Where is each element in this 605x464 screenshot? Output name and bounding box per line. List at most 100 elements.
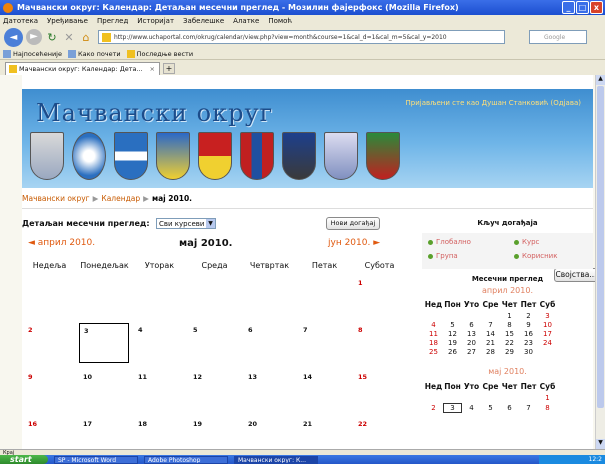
- mini-day[interactable]: 27: [462, 348, 481, 356]
- day-cell[interactable]: [24, 276, 79, 323]
- tab-close-icon[interactable]: ×: [150, 63, 155, 75]
- bookmark-most-visited[interactable]: Најпосећеније: [3, 49, 62, 58]
- mini-day[interactable]: 1: [500, 312, 519, 320]
- day-cell[interactable]: 3: [79, 323, 129, 363]
- day-cell[interactable]: 19: [189, 417, 244, 449]
- bookmark-getting-started[interactable]: Како почети: [68, 49, 121, 58]
- day-cell[interactable]: 20: [244, 417, 299, 449]
- day-cell[interactable]: 4: [134, 323, 189, 370]
- maximize-button[interactable]: □: [576, 1, 589, 14]
- mini-day[interactable]: 15: [500, 330, 519, 338]
- mini-day[interactable]: 23: [519, 339, 538, 347]
- legend-course[interactable]: Курс: [514, 238, 539, 246]
- day-cell[interactable]: 9: [24, 370, 79, 417]
- mini-day[interactable]: 17: [538, 330, 557, 338]
- search-input[interactable]: Google: [529, 30, 587, 44]
- day-cell[interactable]: 15: [354, 370, 409, 417]
- stop-button[interactable]: ✕: [62, 31, 76, 44]
- day-cell[interactable]: 6: [244, 323, 299, 370]
- mini-day[interactable]: 7: [481, 321, 500, 329]
- mini-month-april[interactable]: април 2010.: [422, 286, 593, 295]
- menu-edit[interactable]: Уређивање: [47, 17, 88, 25]
- mini-day[interactable]: 19: [443, 339, 462, 347]
- scroll-up-icon[interactable]: ▲: [596, 75, 605, 85]
- day-cell[interactable]: 13: [244, 370, 299, 417]
- back-button[interactable]: ◄: [4, 27, 23, 47]
- day-cell[interactable]: 22: [354, 417, 409, 449]
- legend-user[interactable]: Корисник: [514, 252, 557, 260]
- reload-button[interactable]: ↻: [45, 31, 59, 44]
- mini-day[interactable]: 18: [424, 339, 443, 347]
- close-button[interactable]: x: [590, 1, 603, 14]
- scrollbar-thumb[interactable]: [597, 86, 604, 408]
- address-bar[interactable]: http://www.uchaportal.com/okrug/calendar…: [98, 30, 505, 44]
- menu-bookmarks[interactable]: Забелешке: [183, 17, 224, 25]
- mini-day[interactable]: 24: [538, 339, 557, 347]
- day-cell[interactable]: 2: [24, 323, 79, 370]
- mini-day[interactable]: 14: [481, 330, 500, 338]
- mini-day[interactable]: 5: [443, 321, 462, 329]
- mini-day[interactable]: 16: [519, 330, 538, 338]
- mini-day[interactable]: 8: [500, 321, 519, 329]
- tab-calendar[interactable]: Мачвански округ: Календар: Дета... ×: [5, 62, 160, 75]
- mini-day[interactable]: 28: [481, 348, 500, 356]
- taskbar-photoshop[interactable]: Adobe Photoshop: [144, 455, 228, 464]
- mini-day[interactable]: 3: [443, 403, 462, 413]
- day-cell[interactable]: [134, 276, 189, 323]
- mini-day[interactable]: 4: [462, 404, 481, 412]
- mini-day[interactable]: 6: [500, 404, 519, 412]
- mini-month-may[interactable]: мај 2010.: [422, 367, 593, 376]
- taskbar-firefox[interactable]: Мачвански округ: К...: [234, 455, 318, 464]
- scroll-down-icon[interactable]: ▼: [596, 439, 605, 449]
- mini-day[interactable]: 10: [538, 321, 557, 329]
- mini-day[interactable]: 2: [519, 312, 538, 320]
- mini-day[interactable]: 7: [519, 404, 538, 412]
- new-event-button[interactable]: Нови догађај: [326, 217, 380, 230]
- day-cell[interactable]: 12: [189, 370, 244, 417]
- breadcrumb-root[interactable]: Мачвански округ: [22, 194, 90, 203]
- mini-day[interactable]: 25: [424, 348, 443, 356]
- mini-day[interactable]: 20: [462, 339, 481, 347]
- mini-day[interactable]: 2: [424, 404, 443, 412]
- mini-day[interactable]: 8: [538, 404, 557, 412]
- mini-day[interactable]: 21: [481, 339, 500, 347]
- menu-history[interactable]: Историјат: [137, 17, 174, 25]
- day-cell[interactable]: [299, 276, 354, 323]
- day-cell[interactable]: 18: [134, 417, 189, 449]
- mini-day[interactable]: 1: [538, 394, 557, 402]
- menu-view[interactable]: Преглед: [97, 17, 128, 25]
- day-cell[interactable]: 21: [299, 417, 354, 449]
- mini-day[interactable]: 6: [462, 321, 481, 329]
- day-cell[interactable]: 7: [299, 323, 354, 370]
- day-cell[interactable]: [79, 276, 134, 323]
- mini-day[interactable]: 30: [519, 348, 538, 356]
- breadcrumb-calendar[interactable]: Календар: [101, 194, 140, 203]
- vertical-scrollbar[interactable]: ▲ ▼: [595, 75, 605, 449]
- day-cell[interactable]: [189, 276, 244, 323]
- mini-day[interactable]: 4: [424, 321, 443, 329]
- menu-tools[interactable]: Алатке: [233, 17, 259, 25]
- day-cell[interactable]: 1: [354, 276, 409, 323]
- home-button[interactable]: ⌂: [79, 31, 93, 44]
- day-cell[interactable]: 11: [134, 370, 189, 417]
- mini-day[interactable]: 11: [424, 330, 443, 338]
- legend-group[interactable]: Група: [428, 252, 458, 260]
- mini-day[interactable]: 29: [500, 348, 519, 356]
- mini-day[interactable]: 13: [462, 330, 481, 338]
- bookmark-latest-news[interactable]: Последње вести: [126, 49, 193, 58]
- day-cell[interactable]: 5: [189, 323, 244, 370]
- mini-day[interactable]: 12: [443, 330, 462, 338]
- forward-button[interactable]: ►: [26, 29, 42, 45]
- mini-day[interactable]: 5: [481, 404, 500, 412]
- minimize-button[interactable]: _: [562, 1, 575, 14]
- legend-global[interactable]: Глобално: [428, 238, 471, 246]
- login-info[interactable]: Пријављени сте као Душан Станковић (Одја…: [406, 99, 581, 107]
- new-tab-button[interactable]: +: [163, 63, 175, 74]
- menu-file[interactable]: Датотека: [3, 17, 38, 25]
- course-filter-select[interactable]: Сви курсеви ▼: [156, 218, 216, 229]
- day-cell[interactable]: [244, 276, 299, 323]
- start-button[interactable]: start: [0, 455, 48, 464]
- day-cell[interactable]: 10: [79, 370, 134, 417]
- day-cell[interactable]: 17: [79, 417, 134, 449]
- taskbar-word[interactable]: SP - Microsoft Word: [54, 455, 138, 464]
